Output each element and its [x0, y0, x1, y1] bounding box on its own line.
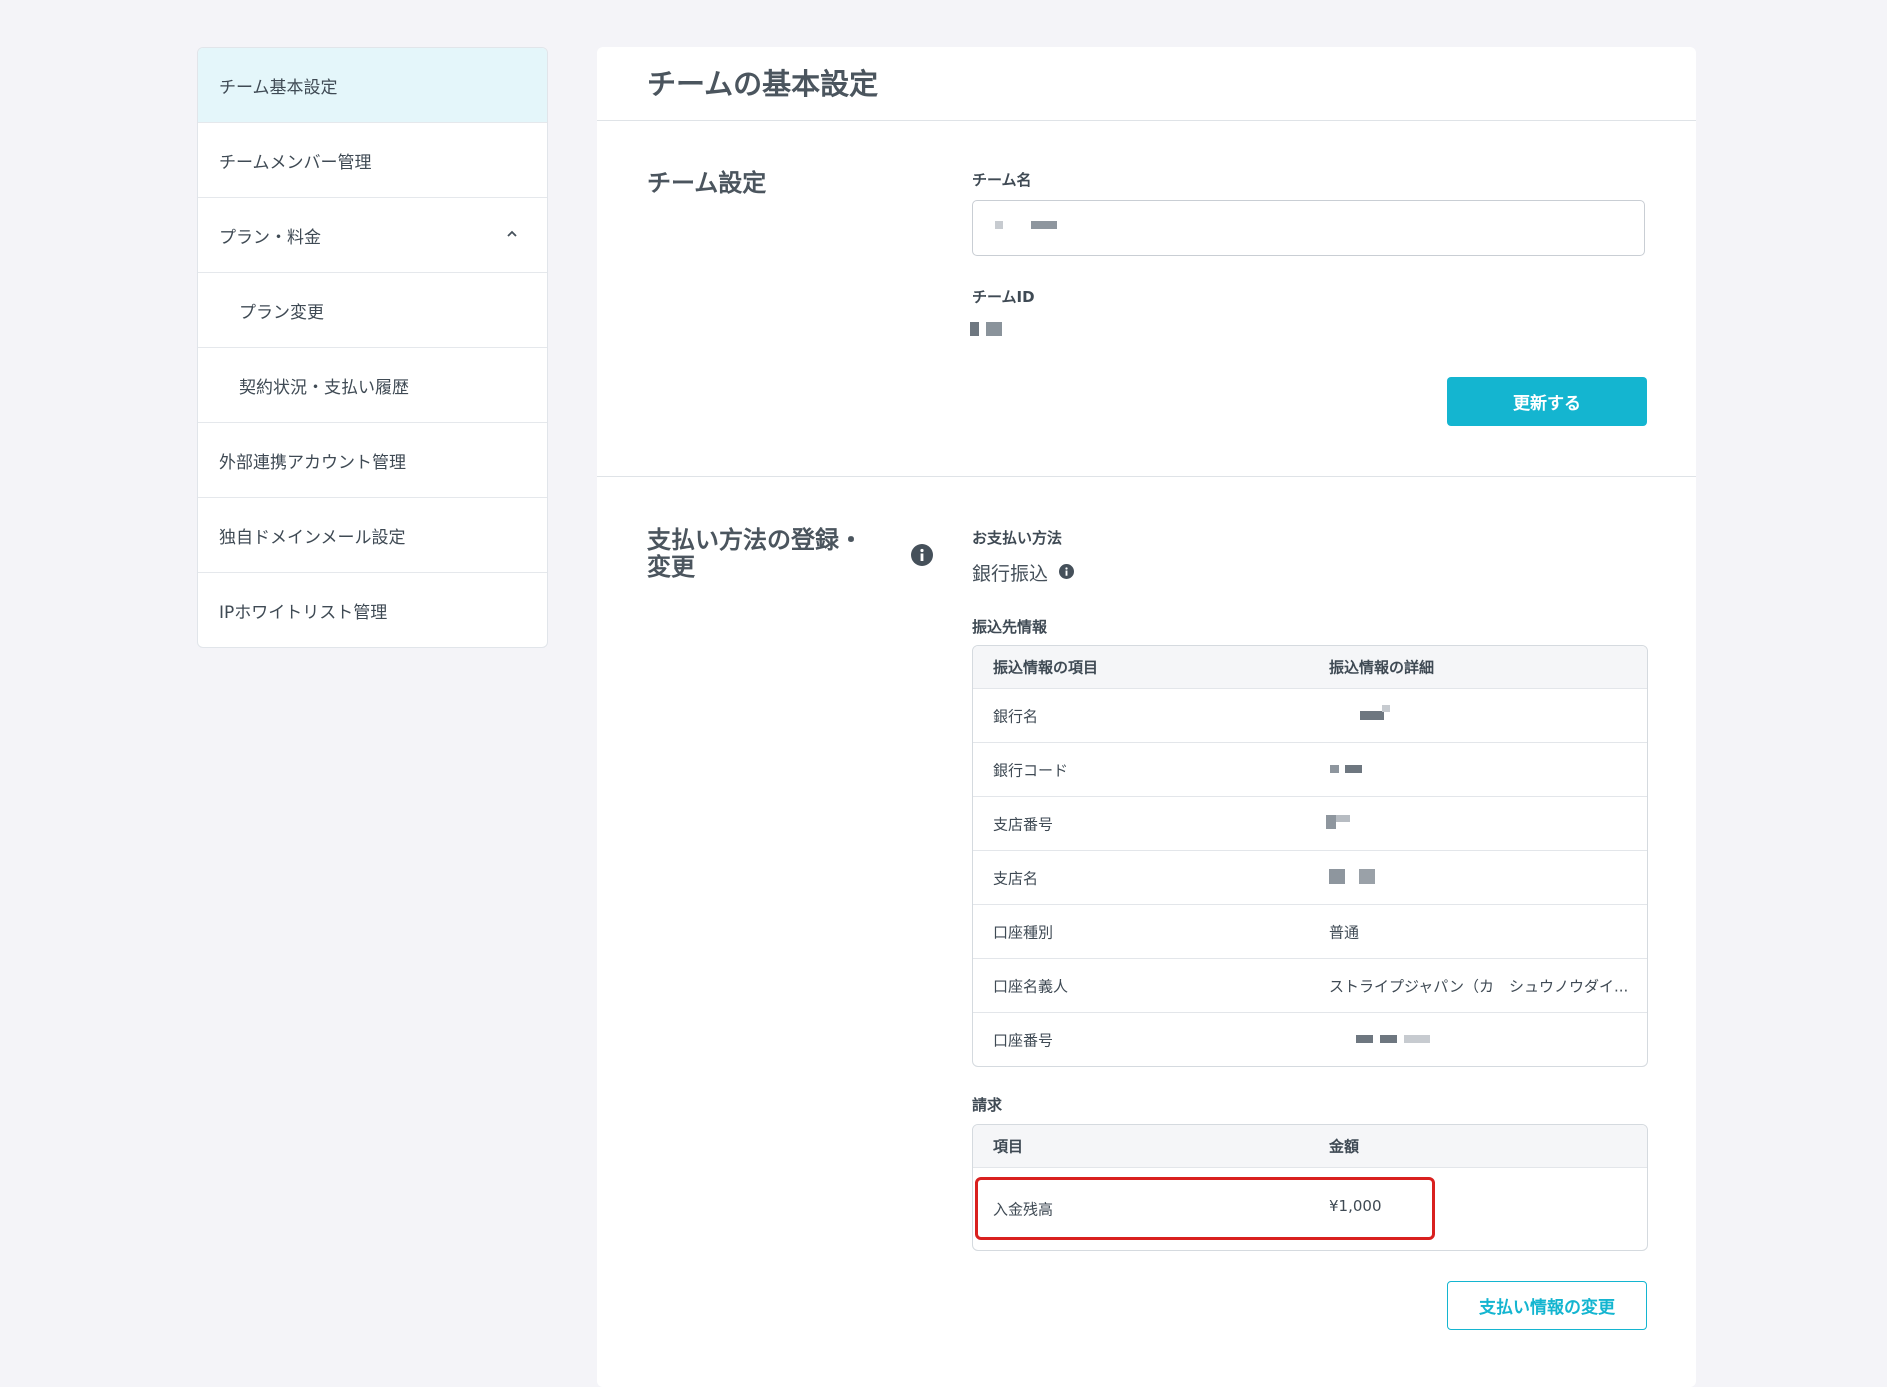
transfer-item: 銀行コード — [993, 761, 1069, 779]
table-row: 銀行名 — [973, 688, 1647, 742]
redacted-value — [1360, 711, 1384, 720]
sidebar-item-label: 契約状況・支払い履歴 — [239, 377, 409, 398]
sidebar-item-label: 独自ドメインメール設定 — [219, 527, 406, 548]
table-row: 口座名義人 ストライプジャパン（カ シュウノウダイ... — [973, 958, 1647, 1012]
team-name-label: チーム名 — [972, 171, 1032, 189]
table-row: 口座番号 — [973, 1012, 1647, 1066]
sidebar-item-label: チームメンバー管理 — [219, 152, 372, 173]
redacted-value — [1404, 1035, 1430, 1043]
change-payment-info-button[interactable]: 支払い情報の変更 — [1447, 1281, 1647, 1330]
sidebar-item-plan-change[interactable]: プラン変更 — [198, 273, 547, 348]
billing-item: 入金残高 — [993, 1200, 1054, 1219]
billing-table: 項目 金額 入金残高 ¥1,000 — [972, 1124, 1648, 1251]
table-row: 支店番号 — [973, 796, 1647, 850]
billing-label: 請求 — [972, 1096, 1003, 1114]
payment-method-value: 銀行振込 — [972, 563, 1049, 585]
redacted-value — [1326, 815, 1336, 829]
redacted-value — [1329, 869, 1345, 884]
table-row: 口座種別 普通 — [973, 904, 1647, 958]
settings-sidebar: チーム基本設定 チームメンバー管理 プラン・料金 プラン変更 契約状況・支払い履… — [197, 47, 548, 648]
sidebar-item-label: プラン・料金 — [219, 227, 321, 248]
main-panel: チームの基本設定 チーム設定 チーム名 チームID 更新する 支払い方法の登録・… — [597, 47, 1696, 1387]
sidebar-item-label: プラン変更 — [239, 302, 324, 323]
table-row: 銀行コード — [973, 742, 1647, 796]
redacted-text — [995, 221, 1003, 229]
billing-amount: ¥1,000 — [1329, 1197, 1382, 1215]
table-header-row: 振込情報の項目 振込情報の詳細 — [973, 646, 1647, 688]
redacted-value — [1345, 765, 1362, 773]
team-id-value-redacted — [970, 322, 979, 336]
transfer-item: 口座種別 — [993, 923, 1054, 941]
info-icon[interactable] — [911, 544, 933, 566]
info-icon[interactable] — [1059, 564, 1074, 579]
sidebar-item-team-basic-settings[interactable]: チーム基本設定 — [198, 48, 547, 123]
transfer-info-label: 振込先情報 — [972, 618, 1048, 636]
payment-method-label: お支払い方法 — [972, 529, 1063, 547]
team-id-value-redacted — [986, 322, 1002, 336]
divider — [597, 476, 1696, 477]
redacted-value — [1336, 815, 1350, 822]
sidebar-item-plan-pricing[interactable]: プラン・料金 — [198, 198, 547, 273]
sidebar-item-ip-whitelist[interactable]: IPホワイトリスト管理 — [198, 573, 547, 647]
column-header: 振込情報の詳細 — [1329, 658, 1435, 677]
sidebar-item-external-accounts[interactable]: 外部連携アカウント管理 — [198, 423, 547, 498]
table-header-row: 項目 金額 — [973, 1125, 1647, 1167]
divider — [597, 120, 1696, 121]
sidebar-item-team-members[interactable]: チームメンバー管理 — [198, 123, 547, 198]
table-row: 入金残高 ¥1,000 — [973, 1167, 1647, 1250]
redacted-value — [1359, 869, 1375, 884]
transfer-detail: ストライプジャパン（カ シュウノウダイ... — [1329, 977, 1629, 995]
redacted-value — [1330, 765, 1339, 773]
redacted-value — [1380, 1035, 1397, 1043]
table-row: 支店名 — [973, 850, 1647, 904]
team-settings-title: チーム設定 — [647, 169, 767, 197]
redacted-value — [1356, 1035, 1373, 1043]
transfer-item: 支店番号 — [993, 815, 1054, 833]
sidebar-item-label: 外部連携アカウント管理 — [219, 452, 406, 473]
sidebar-item-label: IPホワイトリスト管理 — [219, 602, 388, 623]
transfer-item: 口座番号 — [993, 1031, 1054, 1049]
payment-method-title: 支払い方法の登録・ 変更 — [647, 526, 863, 581]
page-title: チームの基本設定 — [647, 67, 879, 101]
sidebar-item-label: チーム基本設定 — [219, 77, 338, 98]
transfer-item: 支店名 — [993, 869, 1039, 887]
sidebar-item-custom-domain-mail[interactable]: 独自ドメインメール設定 — [198, 498, 547, 573]
team-id-label: チームID — [972, 288, 1035, 306]
update-button[interactable]: 更新する — [1447, 377, 1647, 426]
transfer-info-table: 振込情報の項目 振込情報の詳細 銀行名 銀行コード 支店番号 支店名 口座種別 … — [972, 645, 1648, 1067]
transfer-item: 銀行名 — [993, 707, 1039, 725]
team-name-input[interactable] — [972, 200, 1645, 256]
transfer-detail: 普通 — [1329, 923, 1360, 941]
column-header: 項目 — [993, 1137, 1024, 1156]
column-header: 振込情報の項目 — [993, 658, 1099, 677]
transfer-item: 口座名義人 — [993, 977, 1069, 995]
chevron-up-icon[interactable] — [505, 227, 519, 241]
redacted-value — [1382, 705, 1390, 712]
column-header: 金額 — [1329, 1137, 1360, 1156]
sidebar-item-contract-payment-history[interactable]: 契約状況・支払い履歴 — [198, 348, 547, 423]
redacted-text — [1031, 221, 1057, 229]
